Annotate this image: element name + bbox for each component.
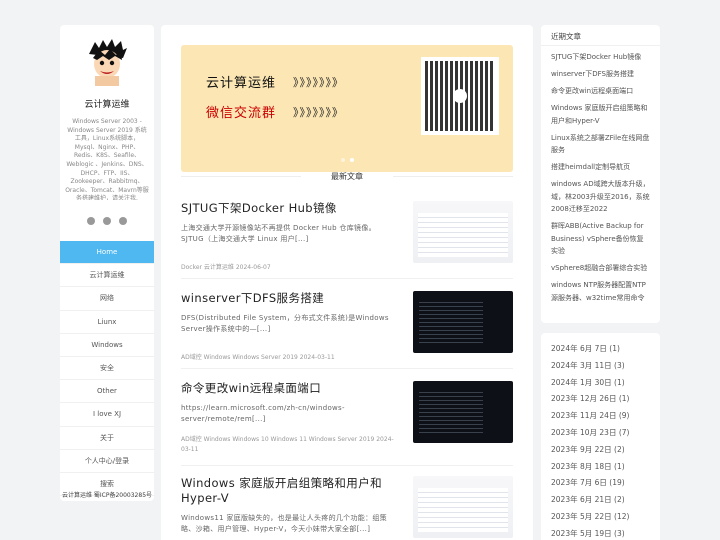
nav-windows[interactable]: Windows — [60, 334, 154, 357]
wechat-logo-icon — [453, 89, 467, 103]
post-meta[interactable]: AD域控 Windows Windows 10 Windows 11 Windo… — [181, 435, 396, 455]
main-nav: Home 云计算运维 网络 Liunx Windows 安全 Other I l… — [60, 241, 154, 497]
luffy-avatar-icon — [89, 39, 127, 86]
site-name: 云计算运维 — [84, 100, 130, 110]
recent-post-link[interactable]: windows AD域跨大版本升级，域，林2003升级至2016，系统2008迁… — [551, 178, 650, 216]
archive-link[interactable]: 2023年 5月 19日 (3) — [551, 528, 650, 540]
archive-link[interactable]: 2023年 10月 23日 (7) — [551, 427, 650, 444]
banner-carousel[interactable]: 云计算运维 微信交流群 》》》》》》》 》》》》》》》 — [181, 45, 513, 172]
post-item: Windows 家庭版开启组策略和用户和Hyper-V Windows11 家庭… — [181, 476, 513, 538]
recent-post-link[interactable]: 群晖ABB(Active Backup for Business) vSpher… — [551, 220, 650, 258]
nav-about[interactable]: 关于 — [60, 427, 154, 450]
nav-cloud-ops[interactable]: 云计算运维 — [60, 264, 154, 288]
divider — [181, 465, 513, 466]
banner-arrows-1: 》》》》》》》 — [293, 76, 344, 89]
recent-posts-widget: 近期文章 SJTUG下架Docker Hub镜像 winserver下DFS服务… — [541, 25, 660, 323]
nav-user-center[interactable]: 个人中心/登录 — [60, 450, 154, 473]
post-thumbnail[interactable] — [413, 381, 513, 443]
wechat-icon[interactable] — [103, 217, 111, 225]
post-meta[interactable]: AD域控 Windows Windows Server 2019 2024-03… — [181, 353, 396, 363]
nav-linux[interactable]: Liunx — [60, 311, 154, 334]
post-item: 命令更改win远程桌面端口 https://learn.microsoft.co… — [181, 381, 513, 455]
qq-icon[interactable] — [87, 217, 95, 225]
carousel-dot[interactable] — [350, 158, 354, 162]
footer-icp[interactable]: 云计算运维 蜀ICP备20003285号 — [60, 490, 154, 499]
post-summary: https://learn.microsoft.com/zh-cn/window… — [181, 404, 345, 423]
avatar[interactable] — [82, 37, 132, 87]
post-item: winserver下DFS服务搭建 DFS(Distributed File S… — [181, 291, 513, 363]
recent-post-link[interactable]: windows NTP服务器配置NTP源服务器、w32time常用命令 — [551, 279, 650, 304]
nav-other[interactable]: Other — [60, 380, 154, 404]
archive-link[interactable]: 2023年 9月 22日 (2) — [551, 444, 650, 461]
post-meta[interactable]: Docker 云计算运维 2024-06-07 — [181, 263, 396, 273]
recent-post-link[interactable]: Windows 家庭版开启组策略和用户和Hyper-V — [551, 102, 650, 127]
archive-link[interactable]: 2024年 3月 11日 (3) — [551, 360, 650, 377]
divider — [181, 368, 513, 369]
post-thumbnail[interactable] — [413, 291, 513, 353]
post-summary: 上海交通大学开源镜像站不再提供 Docker Hub 仓库镜像。SJTUG（上海… — [181, 224, 376, 243]
social-links — [60, 215, 154, 227]
post-title[interactable]: 命令更改win远程桌面端口 — [181, 381, 396, 396]
qr-code-image — [421, 57, 499, 135]
recent-post-link[interactable]: vSphere8超融合部署综合实验 — [551, 262, 650, 275]
recent-post-link[interactable]: SJTUG下架Docker Hub镜像 — [551, 51, 650, 64]
post-thumbnail[interactable] — [413, 201, 513, 263]
archives-widget: 2024年 6月 7日 (1) 2024年 3月 11日 (3) 2024年 1… — [541, 333, 660, 540]
carousel-dot[interactable] — [341, 158, 345, 162]
section-title: 最新文章 — [181, 171, 513, 182]
post-title[interactable]: Windows 家庭版开启组策略和用户和Hyper-V — [181, 476, 396, 506]
recent-post-link[interactable]: Linux系统之部署ZFile在线网盘服务 — [551, 132, 650, 157]
nav-security[interactable]: 安全 — [60, 357, 154, 381]
nav-i-love-xj[interactable]: I love XJ — [60, 403, 154, 427]
archive-link[interactable]: 2023年 7月 6日 (19) — [551, 477, 650, 494]
archive-link[interactable]: 2023年 8月 18日 (1) — [551, 461, 650, 478]
recent-post-link[interactable]: 搭建heimdall定制导航页 — [551, 161, 650, 174]
archive-link[interactable]: 2024年 6月 7日 (1) — [551, 343, 650, 360]
recent-post-link[interactable]: 命令更改win远程桌面端口 — [551, 85, 650, 98]
divider — [181, 278, 513, 279]
archive-link[interactable]: 2023年 11月 24日 (9) — [551, 410, 650, 427]
post-item: SJTUG下架Docker Hub镜像 上海交通大学开源镜像站不再提供 Dock… — [181, 201, 513, 273]
post-summary: DFS(Distributed File System，分布式文件系统)是Win… — [181, 314, 389, 333]
archive-link[interactable]: 2023年 6月 21日 (2) — [551, 494, 650, 511]
archive-link[interactable]: 2023年 12月 26日 (1) — [551, 393, 650, 410]
nav-network[interactable]: 网络 — [60, 287, 154, 311]
post-summary: Windows11 家庭版缺失的，也是最让人头疼的几个功能：组策略、沙箱、用户管… — [181, 514, 387, 533]
banner-line-2: 微信交流群 — [206, 106, 277, 121]
left-sidebar: 云计算运维 Windows Server 2003 - Windows Serv… — [60, 25, 154, 501]
post-title[interactable]: winserver下DFS服务搭建 — [181, 291, 396, 306]
recent-post-link[interactable]: winserver下DFS服务搭建 — [551, 68, 650, 81]
archive-link[interactable]: 2024年 1月 30日 (1) — [551, 377, 650, 394]
site-description: Windows Server 2003 - Windows Server 201… — [65, 118, 149, 200]
archive-link[interactable]: 2023年 5月 22日 (12) — [551, 511, 650, 528]
carousel-dots — [341, 158, 354, 162]
weibo-icon[interactable] — [119, 217, 127, 225]
post-thumbnail[interactable] — [413, 476, 513, 538]
nav-home[interactable]: Home — [60, 241, 154, 265]
widget-title: 近期文章 — [541, 25, 660, 46]
post-title[interactable]: SJTUG下架Docker Hub镜像 — [181, 201, 396, 216]
main-content: 云计算运维 微信交流群 》》》》》》》 》》》》》》》 最新文章 SJTUG下架… — [161, 25, 533, 540]
banner-arrows-2: 》》》》》》》 — [293, 106, 344, 119]
banner-line-1: 云计算运维 — [206, 76, 277, 91]
